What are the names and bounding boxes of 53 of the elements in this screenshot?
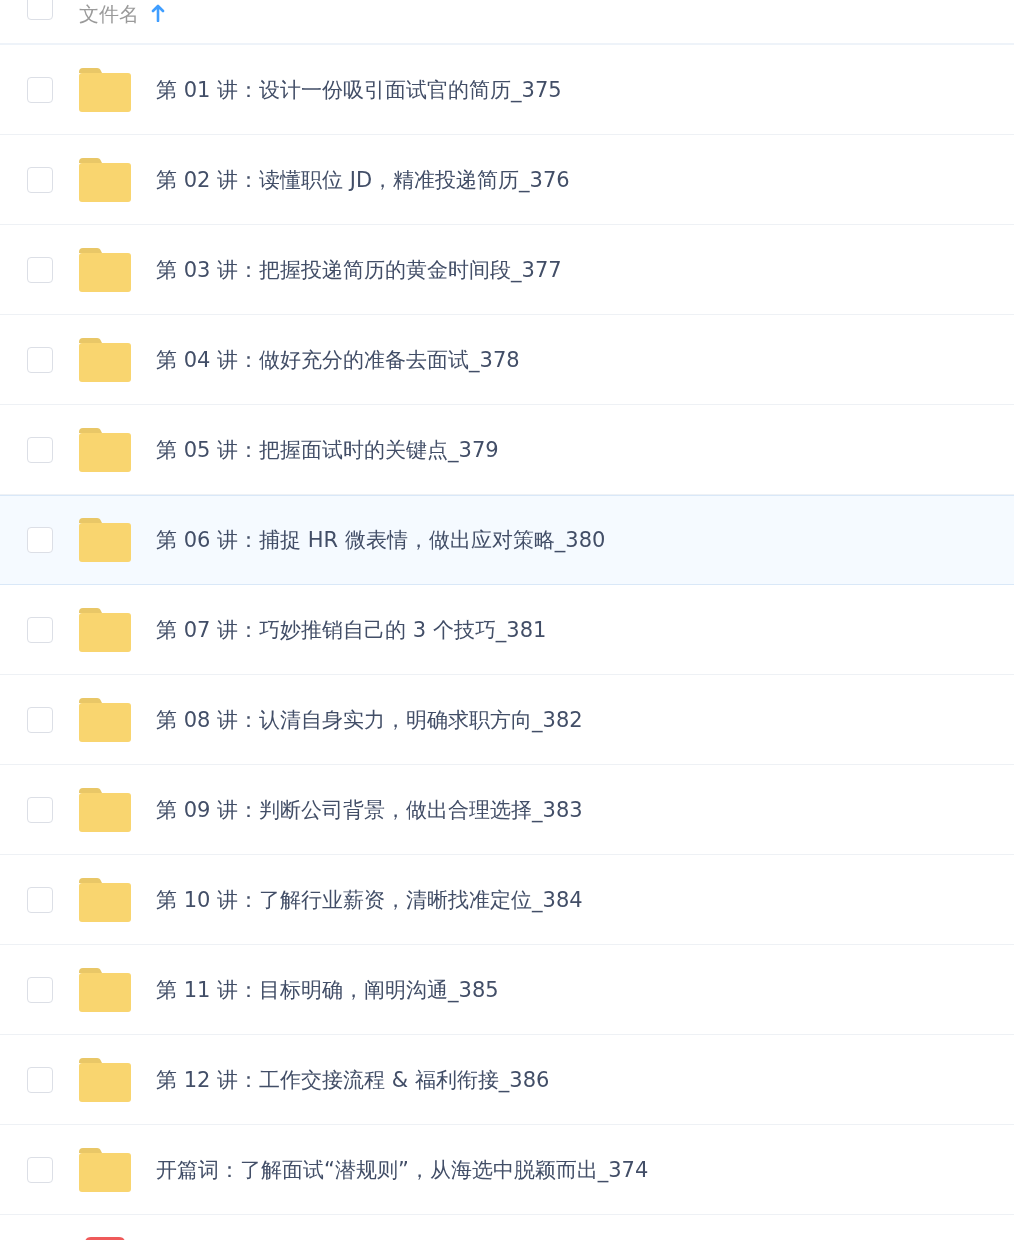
sort-arrow-icon[interactable] <box>151 4 165 22</box>
file-name[interactable]: 第 05 讲：把握面试时的关键点_379 <box>156 435 499 464</box>
file-name[interactable]: 第 01 讲：设计一份吸引面试官的简历_375 <box>156 75 562 104</box>
folder-icon <box>79 607 131 652</box>
file-name[interactable]: 第 02 讲：读懂职位 JD，精准投递简历_376 <box>156 165 570 194</box>
folder-icon <box>79 1147 131 1192</box>
checkbox[interactable] <box>27 346 53 373</box>
checkbox[interactable] <box>27 976 53 1003</box>
checkbox[interactable] <box>27 76 53 103</box>
file-row[interactable]: 开篇词：了解面试“潜规则”，从海选中脱颖而出_374 <box>0 1125 1014 1215</box>
file-row[interactable]: 第 04 讲：做好充分的准备去面试_378 <box>0 315 1014 405</box>
file-row[interactable]: 第 02 讲：读懂职位 JD，精准投递简历_376 <box>0 135 1014 225</box>
file-name[interactable]: 开篇词：了解面试“潜规则”，从海选中脱颖而出_374 <box>156 1155 649 1184</box>
checkbox[interactable] <box>27 706 53 733</box>
checkbox[interactable] <box>27 166 53 193</box>
file-name[interactable]: 第 04 讲：做好充分的准备去面试_378 <box>156 345 520 374</box>
checkbox[interactable] <box>27 527 53 553</box>
file-name[interactable]: 第 12 讲：工作交接流程 & 福利衔接_386 <box>156 1065 550 1094</box>
folder-icon <box>79 67 131 112</box>
file-name[interactable]: 第 06 讲：捕捉 HR 微表情，做出应对策略_380 <box>156 526 606 554</box>
folder-icon <box>79 877 131 922</box>
file-name[interactable]: 第 03 讲：把握投递简历的黄金时间段_377 <box>156 255 562 284</box>
file-name[interactable]: 第 09 讲：判断公司背景，做出合理选择_383 <box>156 795 583 824</box>
folder-icon <box>79 337 131 382</box>
folder-icon <box>79 427 131 472</box>
checkbox[interactable] <box>27 616 53 643</box>
file-row[interactable]: 第 10 讲：了解行业薪资，清晰找准定位_384 <box>0 855 1014 945</box>
checkbox[interactable] <box>27 256 53 283</box>
folder-icon <box>79 787 131 832</box>
folder-icon <box>79 697 131 742</box>
file-row[interactable]: 第 01 讲：设计一份吸引面试官的简历_375 <box>0 45 1014 135</box>
file-row[interactable]: 第 09 讲：判断公司背景，做出合理选择_383 <box>0 765 1014 855</box>
checkbox[interactable] <box>27 796 53 823</box>
file-row[interactable]: 第 07 讲：巧妙推销自己的 3 个技巧_381 <box>0 585 1014 675</box>
folder-icon <box>79 157 131 202</box>
checkbox[interactable] <box>27 1066 53 1093</box>
file-row[interactable]: 第 06 讲：捕捉 HR 微表情，做出应对策略_380 <box>0 495 1014 585</box>
file-name[interactable]: 第 07 讲：巧妙推销自己的 3 个技巧_381 <box>156 615 547 644</box>
file-name[interactable]: 第 08 讲：认清自身实力，明确求职方向_382 <box>156 705 583 734</box>
folder-icon <box>79 518 131 562</box>
file-row[interactable]: 第 03 讲：把握投递简历的黄金时间段_377 <box>0 225 1014 315</box>
checkbox[interactable] <box>27 436 53 463</box>
checkbox[interactable] <box>27 0 53 20</box>
checkbox[interactable] <box>27 1156 53 1183</box>
folder-icon <box>79 1057 131 1102</box>
checkbox[interactable] <box>27 886 53 913</box>
folder-icon <box>79 967 131 1012</box>
file-name[interactable]: 第 10 讲：了解行业薪资，清晰找准定位_384 <box>156 885 583 914</box>
file-name[interactable]: 第 11 讲：目标明确，阐明沟通_385 <box>156 975 499 1004</box>
folder-icon <box>79 247 131 292</box>
file-row[interactable]: 第 08 讲：认清自身实力，明确求职方向_382 <box>0 675 1014 765</box>
file-row[interactable]: 第 12 讲：工作交接流程 & 福利衔接_386 <box>0 1035 1014 1125</box>
file-row[interactable]: 第 11 讲：目标明确，阐明沟通_385 <box>0 945 1014 1035</box>
